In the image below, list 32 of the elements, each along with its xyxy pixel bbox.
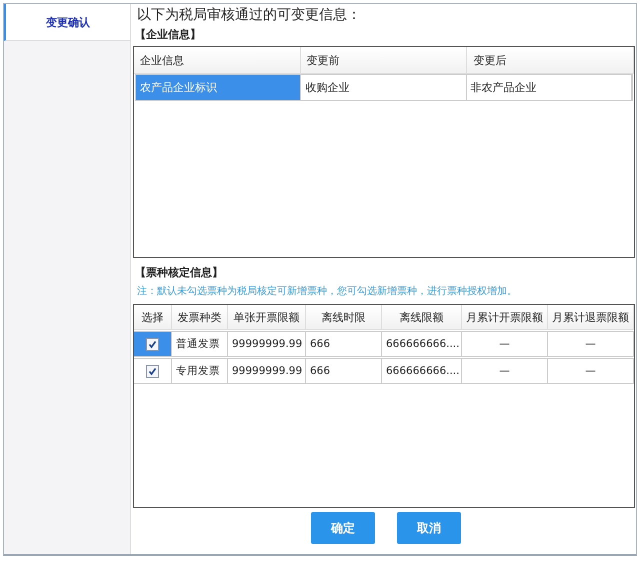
table-cell: 666 [306, 332, 382, 356]
column-header: 变更后 [467, 47, 634, 73]
section-title: 【企业信息】 [134, 27, 202, 43]
sidebar-tab[interactable]: 变更确认 [4, 4, 130, 41]
table-cell: 99999999.99 [228, 332, 306, 356]
column-header: 离线限额 [382, 305, 462, 329]
column-header: 选择 [134, 305, 172, 329]
table-cell: — [462, 332, 548, 356]
table-cell: 专用发票 [172, 359, 228, 383]
table-cell: — [462, 359, 548, 383]
table-cell: 666 [306, 359, 382, 383]
table-cell[interactable]: 收购企业 [301, 75, 467, 100]
column-header: 单张开票限额 [228, 305, 306, 329]
column-header: 月累计开票限额 [462, 305, 548, 329]
checkbox[interactable] [146, 364, 159, 378]
column-header: 变更前 [300, 47, 468, 73]
table-cell: 普通发票 [172, 332, 228, 356]
column-header: 发票种类 [172, 305, 228, 329]
checkbox[interactable] [146, 338, 159, 350]
table-cell: 666666666.... [382, 332, 462, 356]
table-cell[interactable]: 非农产品企业 [466, 75, 632, 100]
column-header: 月累计退票限额 [548, 305, 634, 329]
table-cell: — [548, 359, 634, 383]
note-text: 注：默认未勾选票种为税局核定可新增票种，您可勾选新增票种，进行票种授权增加。 [136, 284, 518, 299]
table-cell: 99999999.99 [228, 359, 306, 383]
table-cell: 666666666.... [382, 359, 462, 383]
column-header: 企业信息 [134, 47, 301, 73]
heading: 以下为税局审核通过的可变更信息： [136, 6, 362, 25]
column-header: 离线时限 [306, 305, 382, 329]
table-cell: — [548, 332, 634, 356]
section-title: 【票种核定信息】 [134, 265, 224, 281]
select-cell[interactable] [134, 332, 172, 356]
